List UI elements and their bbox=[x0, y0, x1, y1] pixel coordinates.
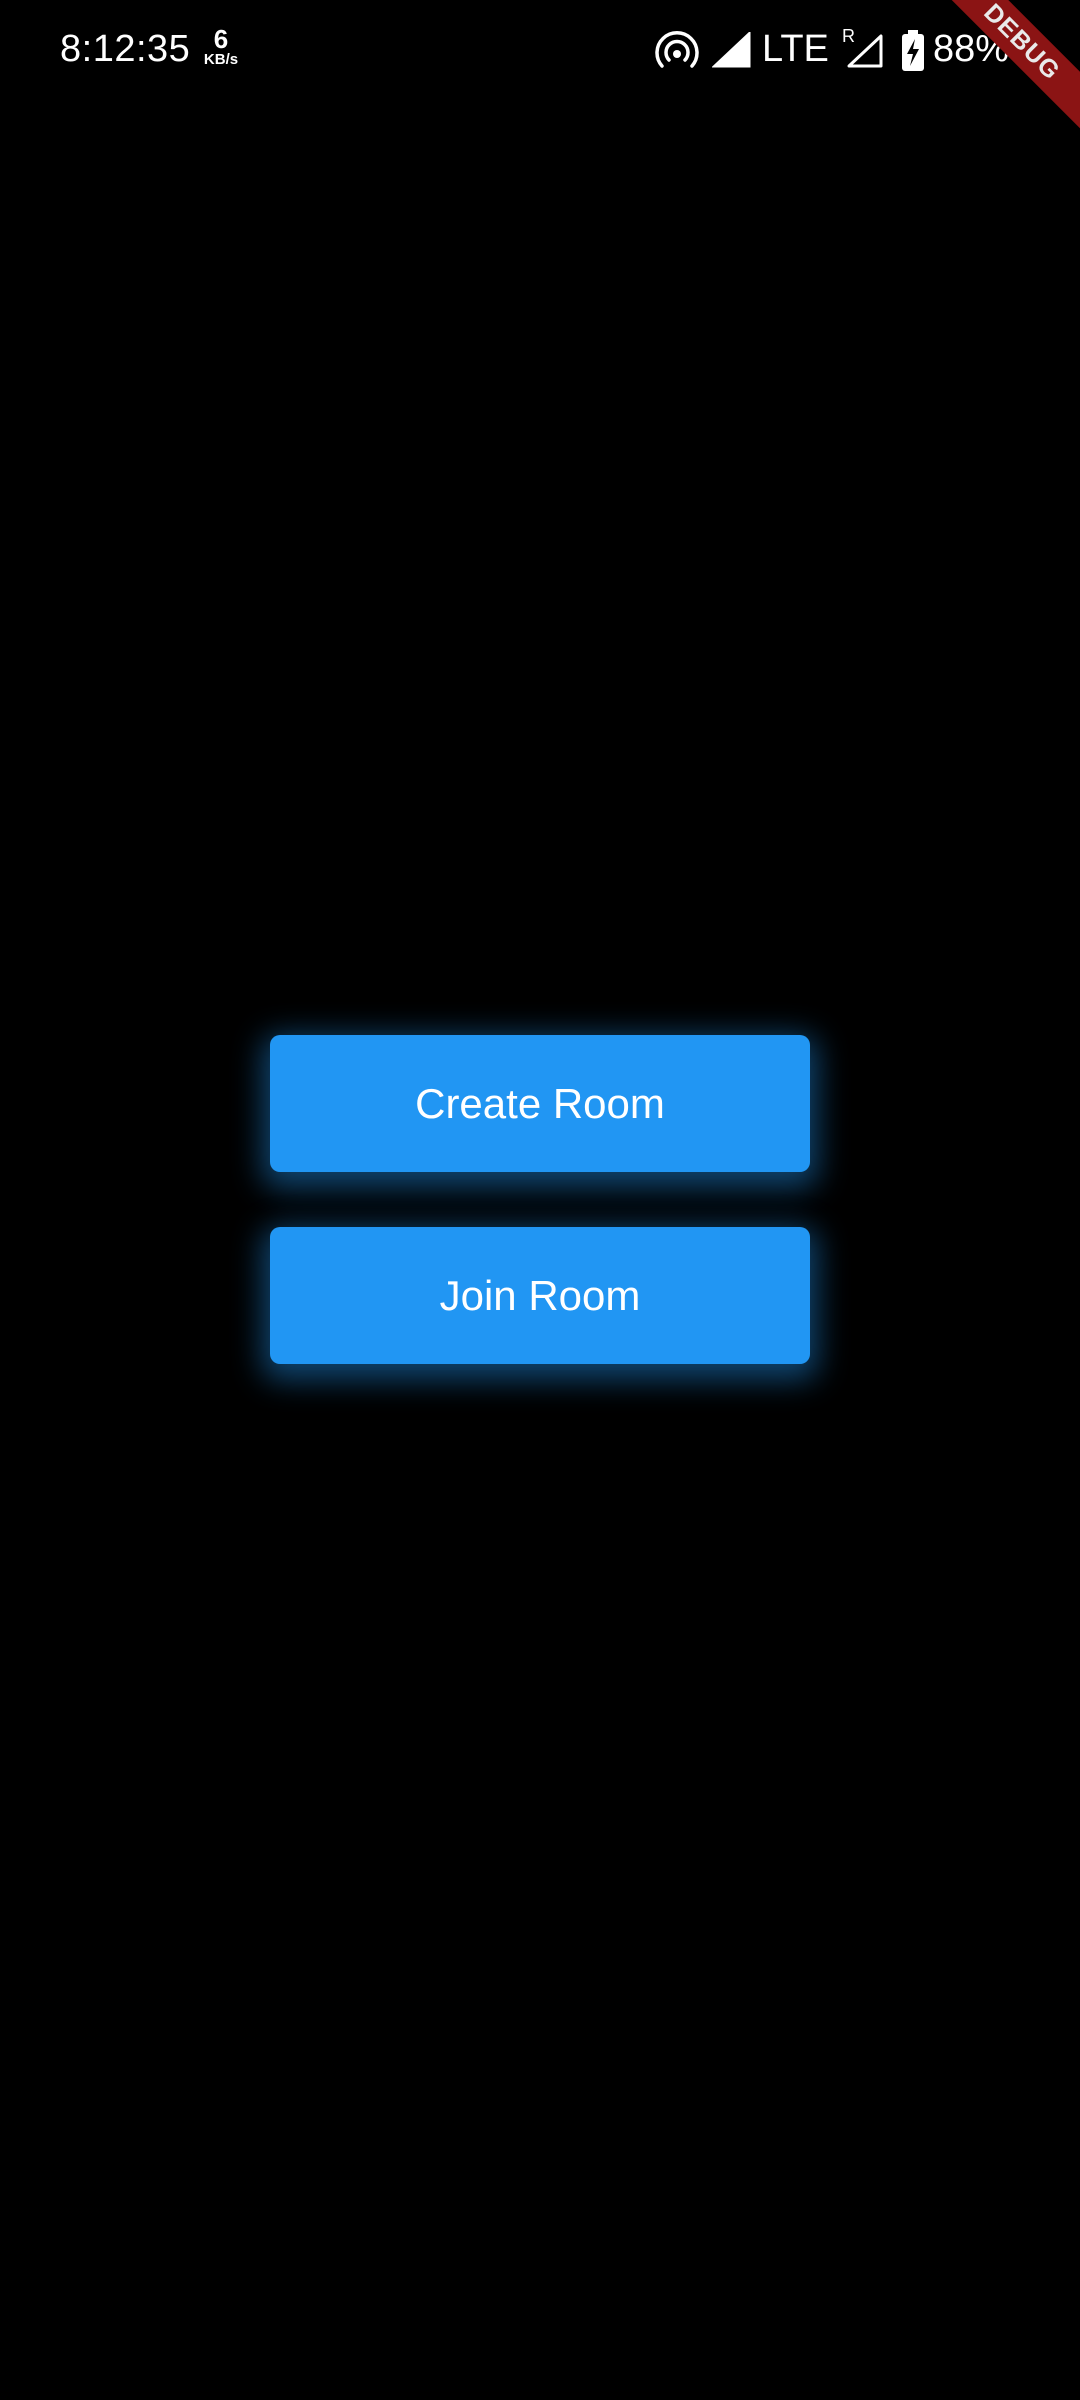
battery-charging-icon bbox=[900, 30, 926, 72]
network-type-label: LTE bbox=[762, 28, 829, 70]
join-room-button[interactable]: Join Room bbox=[270, 1227, 810, 1364]
network-speed: 6 KB/s bbox=[198, 26, 244, 68]
signal-roaming-icon bbox=[846, 32, 884, 68]
hotspot-icon bbox=[655, 30, 699, 70]
status-time: 8:12:35 bbox=[60, 28, 191, 70]
network-speed-value: 6 bbox=[213, 24, 229, 54]
create-room-button[interactable]: Create Room bbox=[270, 1035, 810, 1172]
signal-icon bbox=[711, 30, 752, 68]
status-bar: 8:12:35 6 KB/s LTE R 88% bbox=[0, 0, 1080, 100]
battery-percentage: 88% bbox=[933, 28, 1010, 70]
network-speed-unit: KB/s bbox=[203, 51, 239, 68]
